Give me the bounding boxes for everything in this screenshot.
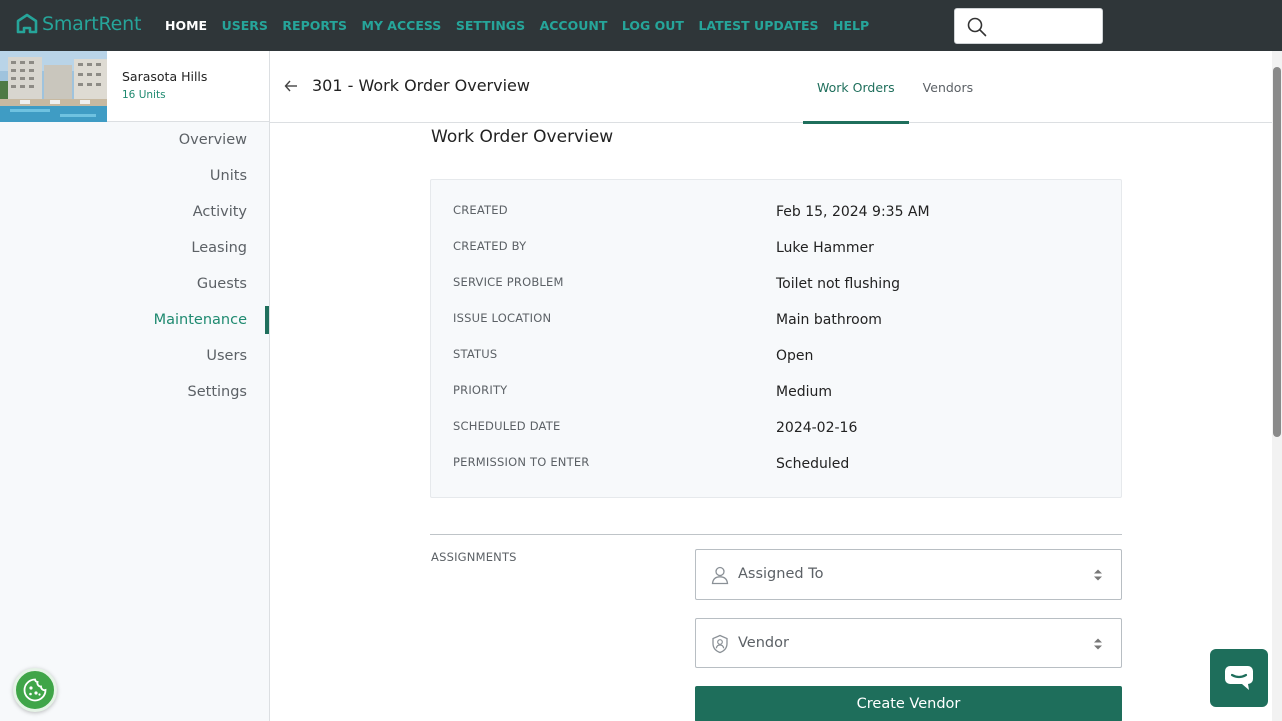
create-vendor-button[interactable]: Create Vendor: [695, 686, 1122, 721]
search-input[interactable]: [995, 15, 1095, 37]
detail-row: PERMISSION TO ENTER Scheduled: [431, 432, 1121, 472]
back-arrow-icon[interactable]: [284, 79, 298, 93]
nav-latest-updates[interactable]: LATEST UPDATES: [698, 18, 818, 33]
work-order-details: CREATED Feb 15, 2024 9:35 AM CREATED BY …: [430, 179, 1122, 498]
nav-my-access[interactable]: MY ACCESS: [361, 18, 441, 33]
detail-label: STATUS: [453, 347, 498, 361]
brand-name: SmartRent: [42, 13, 142, 35]
nav-account[interactable]: ACCOUNT: [540, 18, 608, 33]
sidebar-item-maintenance[interactable]: Maintenance: [0, 302, 269, 338]
vendor-placeholder: Vendor: [738, 635, 789, 651]
select-arrows-icon: [1094, 569, 1102, 581]
tab-bar: Work Orders Vendors: [803, 51, 987, 124]
detail-label: PRIORITY: [453, 383, 508, 397]
detail-row: SCHEDULED DATE 2024-02-16: [431, 396, 1121, 436]
detail-label: SERVICE PROBLEM: [453, 275, 564, 289]
page-title: 301 - Work Order Overview: [312, 76, 530, 95]
detail-label: SCHEDULED DATE: [453, 419, 561, 433]
sidebar-item-overview[interactable]: Overview: [0, 122, 269, 158]
nav-help[interactable]: HELP: [833, 18, 869, 33]
section-title: Work Order Overview: [431, 127, 614, 147]
detail-label: CREATED BY: [453, 239, 527, 253]
detail-value: Scheduled: [776, 456, 850, 472]
detail-label: ISSUE LOCATION: [453, 311, 552, 325]
smartrent-logo[interactable]: SmartRent: [16, 13, 141, 35]
chat-icon: [1225, 666, 1253, 690]
detail-label: CREATED: [453, 203, 508, 217]
cookie-icon: [23, 678, 47, 702]
detail-label: PERMISSION TO ENTER: [453, 455, 590, 469]
nav-reports[interactable]: REPORTS: [282, 18, 347, 33]
assignments-label: ASSIGNMENTS: [431, 550, 517, 564]
sidebar-item-guests[interactable]: Guests: [0, 266, 269, 302]
search-icon: [967, 17, 987, 37]
detail-row: SERVICE PROBLEM Toilet not flushing: [431, 252, 1121, 292]
user-icon: [711, 566, 729, 585]
smartrent-logo-icon: [16, 13, 38, 34]
nav-users[interactable]: USERS: [222, 18, 268, 33]
detail-row: ISSUE LOCATION Main bathroom: [431, 288, 1121, 328]
shield-user-icon: [712, 634, 728, 654]
assigned-to-select[interactable]: Assigned To: [695, 549, 1122, 600]
detail-row: CREATED BY Luke Hammer: [431, 216, 1121, 256]
search-box[interactable]: [954, 8, 1103, 44]
nav-home[interactable]: HOME: [165, 18, 207, 33]
side-nav: Overview Units Activity Leasing Guests M…: [0, 122, 269, 410]
nav-settings[interactable]: SETTINGS: [456, 18, 525, 33]
detail-row: STATUS Open: [431, 324, 1121, 364]
sidebar-item-activity[interactable]: Activity: [0, 194, 269, 230]
sidebar: Sarasota Hills 16 Units Overview Units A…: [0, 51, 270, 721]
page-header: 301 - Work Order Overview Work Orders Ve…: [270, 51, 1272, 124]
scrollbar-thumb[interactable]: [1273, 67, 1281, 437]
vendor-select[interactable]: Vendor: [695, 618, 1122, 668]
main-nav: HOME USERS REPORTS MY ACCESS SETTINGS AC…: [165, 0, 884, 51]
cookie-settings-button[interactable]: [13, 668, 57, 712]
detail-row: PRIORITY Medium: [431, 360, 1121, 400]
nav-log-out[interactable]: LOG OUT: [622, 18, 684, 33]
sidebar-item-users[interactable]: Users: [0, 338, 269, 374]
tab-work-orders[interactable]: Work Orders: [803, 51, 909, 124]
chat-support-button[interactable]: [1210, 649, 1268, 707]
page-scrollbar[interactable]: [1272, 51, 1282, 721]
property-units: 16 Units: [122, 89, 166, 101]
property-image: [0, 51, 107, 122]
assigned-to-placeholder: Assigned To: [738, 566, 824, 582]
top-navigation-bar: SmartRent HOME USERS REPORTS MY ACCESS S…: [0, 0, 1282, 51]
property-name: Sarasota Hills: [122, 69, 208, 84]
tab-vendors[interactable]: Vendors: [909, 51, 987, 123]
select-arrows-icon: [1094, 638, 1102, 650]
sidebar-item-units[interactable]: Units: [0, 158, 269, 194]
sidebar-item-settings[interactable]: Settings: [0, 374, 269, 410]
property-card[interactable]: Sarasota Hills 16 Units: [0, 51, 269, 122]
sidebar-item-leasing[interactable]: Leasing: [0, 230, 269, 266]
section-divider: [430, 534, 1122, 535]
detail-row: CREATED Feb 15, 2024 9:35 AM: [431, 180, 1121, 220]
